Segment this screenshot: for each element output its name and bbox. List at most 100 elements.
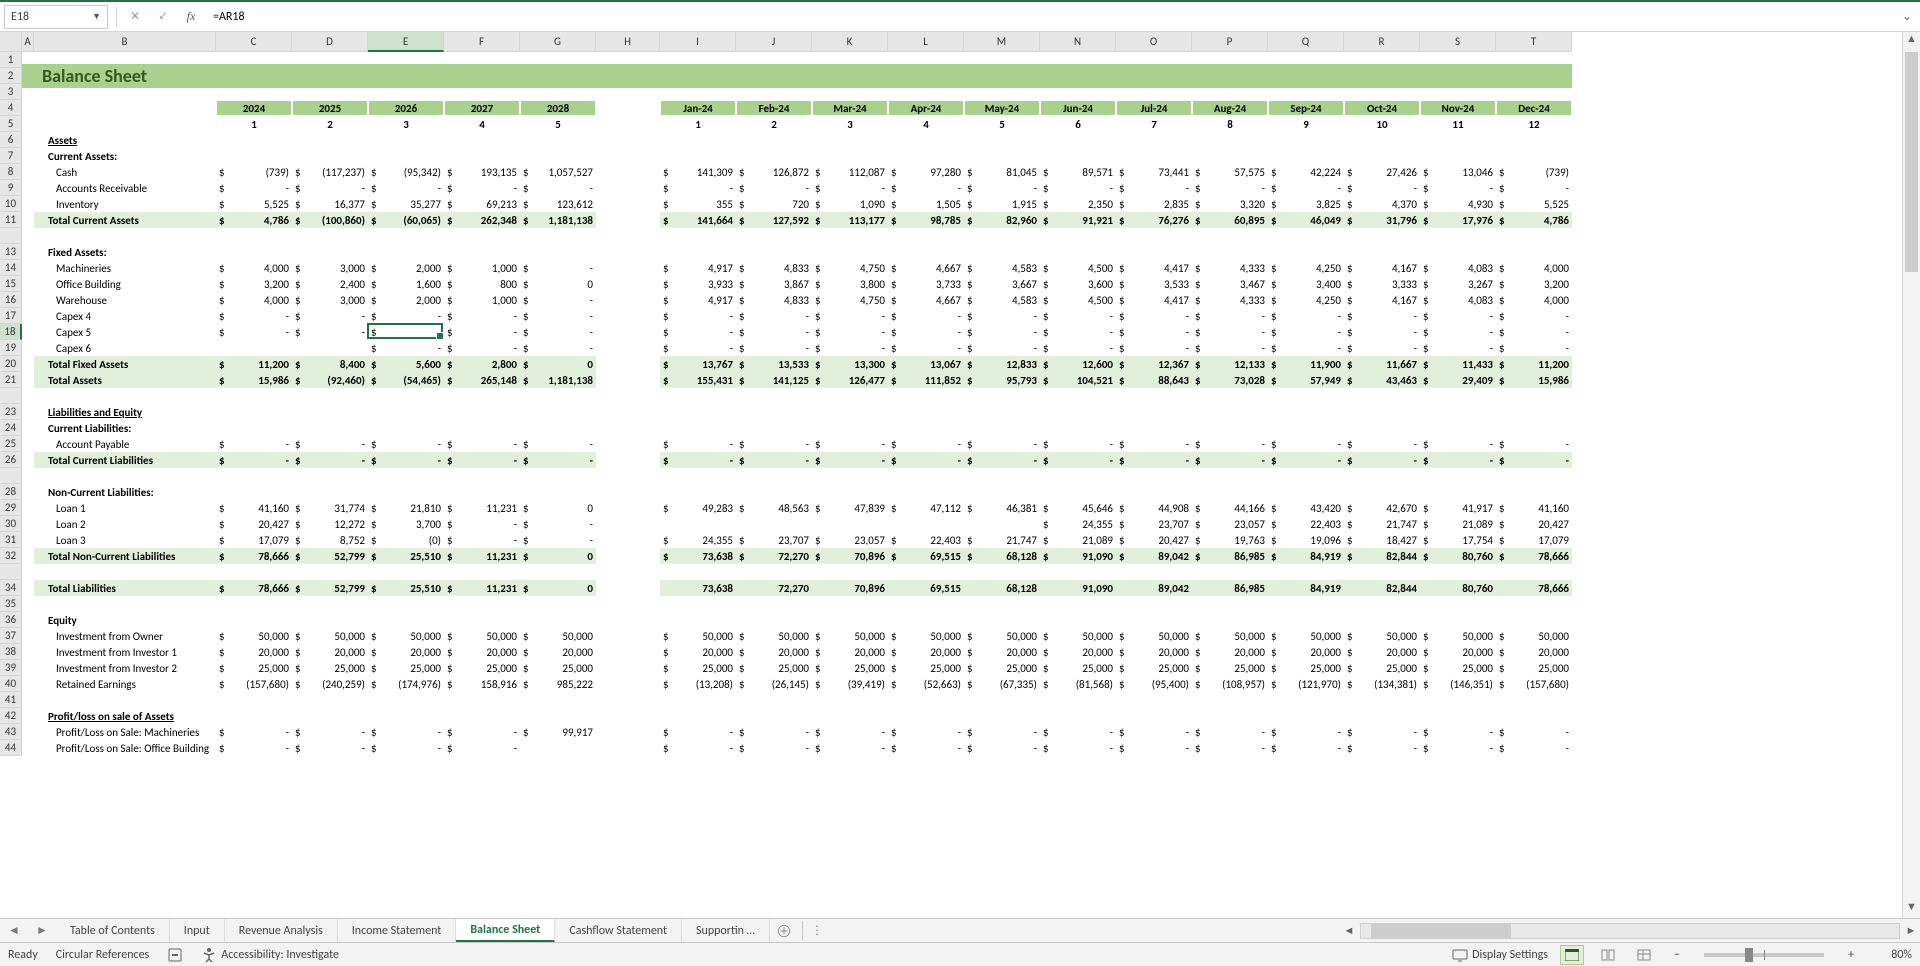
cell-value[interactable]: 44,166	[1192, 500, 1268, 516]
formula-bar-expand-icon[interactable]: ⌄	[1894, 9, 1920, 24]
cell-value[interactable]: 50,000	[1192, 628, 1268, 644]
cell-value[interactable]: 4,000	[216, 292, 292, 308]
cell-value[interactable]: 158,916	[444, 676, 520, 692]
cell-value[interactable]: 3,600	[1040, 276, 1116, 292]
cell-value[interactable]: 193,135	[444, 164, 520, 180]
cell-value[interactable]: -	[1268, 324, 1344, 340]
row-header[interactable]: 34	[0, 580, 22, 596]
cell-value[interactable]: 20,000	[888, 644, 964, 660]
row-header[interactable]: 6	[0, 132, 22, 148]
cell-value[interactable]: 4,583	[964, 260, 1040, 276]
cell-value[interactable]: 20,000	[1420, 644, 1496, 660]
cell-value[interactable]: 985,222	[520, 676, 596, 692]
tab-nav-next[interactable]: ►	[28, 919, 56, 942]
cell-value[interactable]: 4,000	[1496, 260, 1572, 276]
cell-value[interactable]: -	[444, 452, 520, 468]
cell-value[interactable]: 2,835	[1116, 196, 1192, 212]
cell-value[interactable]: 17,976	[1420, 212, 1496, 228]
cell-value[interactable]: -	[888, 452, 964, 468]
cell-value[interactable]: -	[1344, 436, 1420, 452]
cell-value[interactable]: -	[1192, 724, 1268, 740]
row-header[interactable]: 10	[0, 196, 22, 212]
cell-value[interactable]: 16,377	[292, 196, 368, 212]
cell-value[interactable]: 25,000	[964, 660, 1040, 676]
cell-value[interactable]: -	[1040, 180, 1116, 196]
row-header[interactable]	[0, 228, 22, 244]
cell-value[interactable]: (240,259)	[292, 676, 368, 692]
cell-value[interactable]: 20,000	[660, 644, 736, 660]
row-header[interactable]: 23	[0, 404, 22, 420]
row-header[interactable]: 26	[0, 452, 22, 468]
column-header[interactable]: K	[812, 32, 888, 52]
cell-value[interactable]: -	[292, 308, 368, 324]
cell-value[interactable]: 25,000	[1116, 660, 1192, 676]
cell-value[interactable]: 42,224	[1268, 164, 1344, 180]
cell-value[interactable]: -	[964, 180, 1040, 196]
cell-value[interactable]: -	[520, 516, 596, 532]
cell-value[interactable]: 13,767	[660, 356, 736, 372]
cell-value[interactable]: -	[736, 452, 812, 468]
cell-value[interactable]: -	[292, 324, 368, 340]
cell-value[interactable]: 0	[520, 276, 596, 292]
cell-value[interactable]: -	[1496, 740, 1572, 756]
cell-value[interactable]: 20,427	[1496, 516, 1572, 532]
cell-value[interactable]: 57,949	[1268, 372, 1344, 388]
tab-nav-prev[interactable]: ◄	[0, 919, 28, 942]
cell-value[interactable]: -	[368, 340, 444, 356]
cell-value[interactable]: 73,028	[1192, 372, 1268, 388]
row-header[interactable]: 11	[0, 212, 22, 228]
cell-value[interactable]: 1,181,138	[520, 372, 596, 388]
cell-value[interactable]: -	[1420, 308, 1496, 324]
cell-value[interactable]: 50,000	[520, 628, 596, 644]
cell-value[interactable]: 3,400	[1268, 276, 1344, 292]
cell-value[interactable]: (157,680)	[1496, 676, 1572, 692]
cell-value[interactable]: 78,666	[216, 548, 292, 564]
cell-value[interactable]: -	[888, 324, 964, 340]
cell-value[interactable]: 17,079	[1496, 532, 1572, 548]
scroll-left-button[interactable]: ◄	[1340, 924, 1358, 937]
cell-value[interactable]: 2,400	[292, 276, 368, 292]
cell-value[interactable]: 4,000	[1496, 292, 1572, 308]
cell-value[interactable]: 50,000	[812, 628, 888, 644]
zoom-level[interactable]: 80%	[1872, 948, 1912, 962]
column-header[interactable]: N	[1040, 32, 1116, 52]
cell-value[interactable]: -	[660, 340, 736, 356]
cell-value[interactable]: 20,000	[1496, 644, 1572, 660]
cell-value[interactable]: -	[888, 308, 964, 324]
sheet-tab[interactable]: Table of Contents	[56, 919, 170, 942]
cell-value[interactable]: (174,976)	[368, 676, 444, 692]
cell-value[interactable]: -	[888, 340, 964, 356]
cell-value[interactable]: -	[1344, 324, 1420, 340]
cell-value[interactable]: -	[444, 516, 520, 532]
cell-value[interactable]: -	[888, 436, 964, 452]
cell-value[interactable]: 12,367	[1116, 356, 1192, 372]
cell-value[interactable]: 3,000	[292, 260, 368, 276]
cell-value[interactable]: 355	[660, 196, 736, 212]
cell-value[interactable]: 4,500	[1040, 292, 1116, 308]
cell-value[interactable]: 0	[520, 356, 596, 372]
cell-value[interactable]: 20,000	[1344, 644, 1420, 660]
insert-function-button[interactable]	[177, 9, 205, 24]
cell-value[interactable]: -	[1040, 340, 1116, 356]
cell-value[interactable]: 88,643	[1116, 372, 1192, 388]
cell-value[interactable]: 50,000	[1040, 628, 1116, 644]
cell-value[interactable]: 82,960	[964, 212, 1040, 228]
row-header[interactable]: 15	[0, 276, 22, 292]
cell-value[interactable]: (67,335)	[964, 676, 1040, 692]
cell-value[interactable]: -	[1496, 436, 1572, 452]
cell-value[interactable]: -	[1116, 340, 1192, 356]
cell-value[interactable]: -	[444, 180, 520, 196]
cell-value[interactable]: 4,333	[1192, 292, 1268, 308]
cell-value[interactable]: (739)	[1496, 164, 1572, 180]
cell-value[interactable]: -	[660, 436, 736, 452]
cell-value[interactable]: 13,533	[736, 356, 812, 372]
cell-value[interactable]: -	[444, 724, 520, 740]
cell-value[interactable]: 50,000	[1420, 628, 1496, 644]
cell-value[interactable]: -	[736, 436, 812, 452]
cell-value[interactable]: 19,096	[1268, 532, 1344, 548]
cell-value[interactable]: 20,000	[1268, 644, 1344, 660]
cell-value[interactable]: 265,148	[444, 372, 520, 388]
scroll-right-button[interactable]: ►	[1902, 924, 1920, 937]
cell-value[interactable]: 25,000	[888, 660, 964, 676]
cell-value[interactable]: 4,833	[736, 260, 812, 276]
